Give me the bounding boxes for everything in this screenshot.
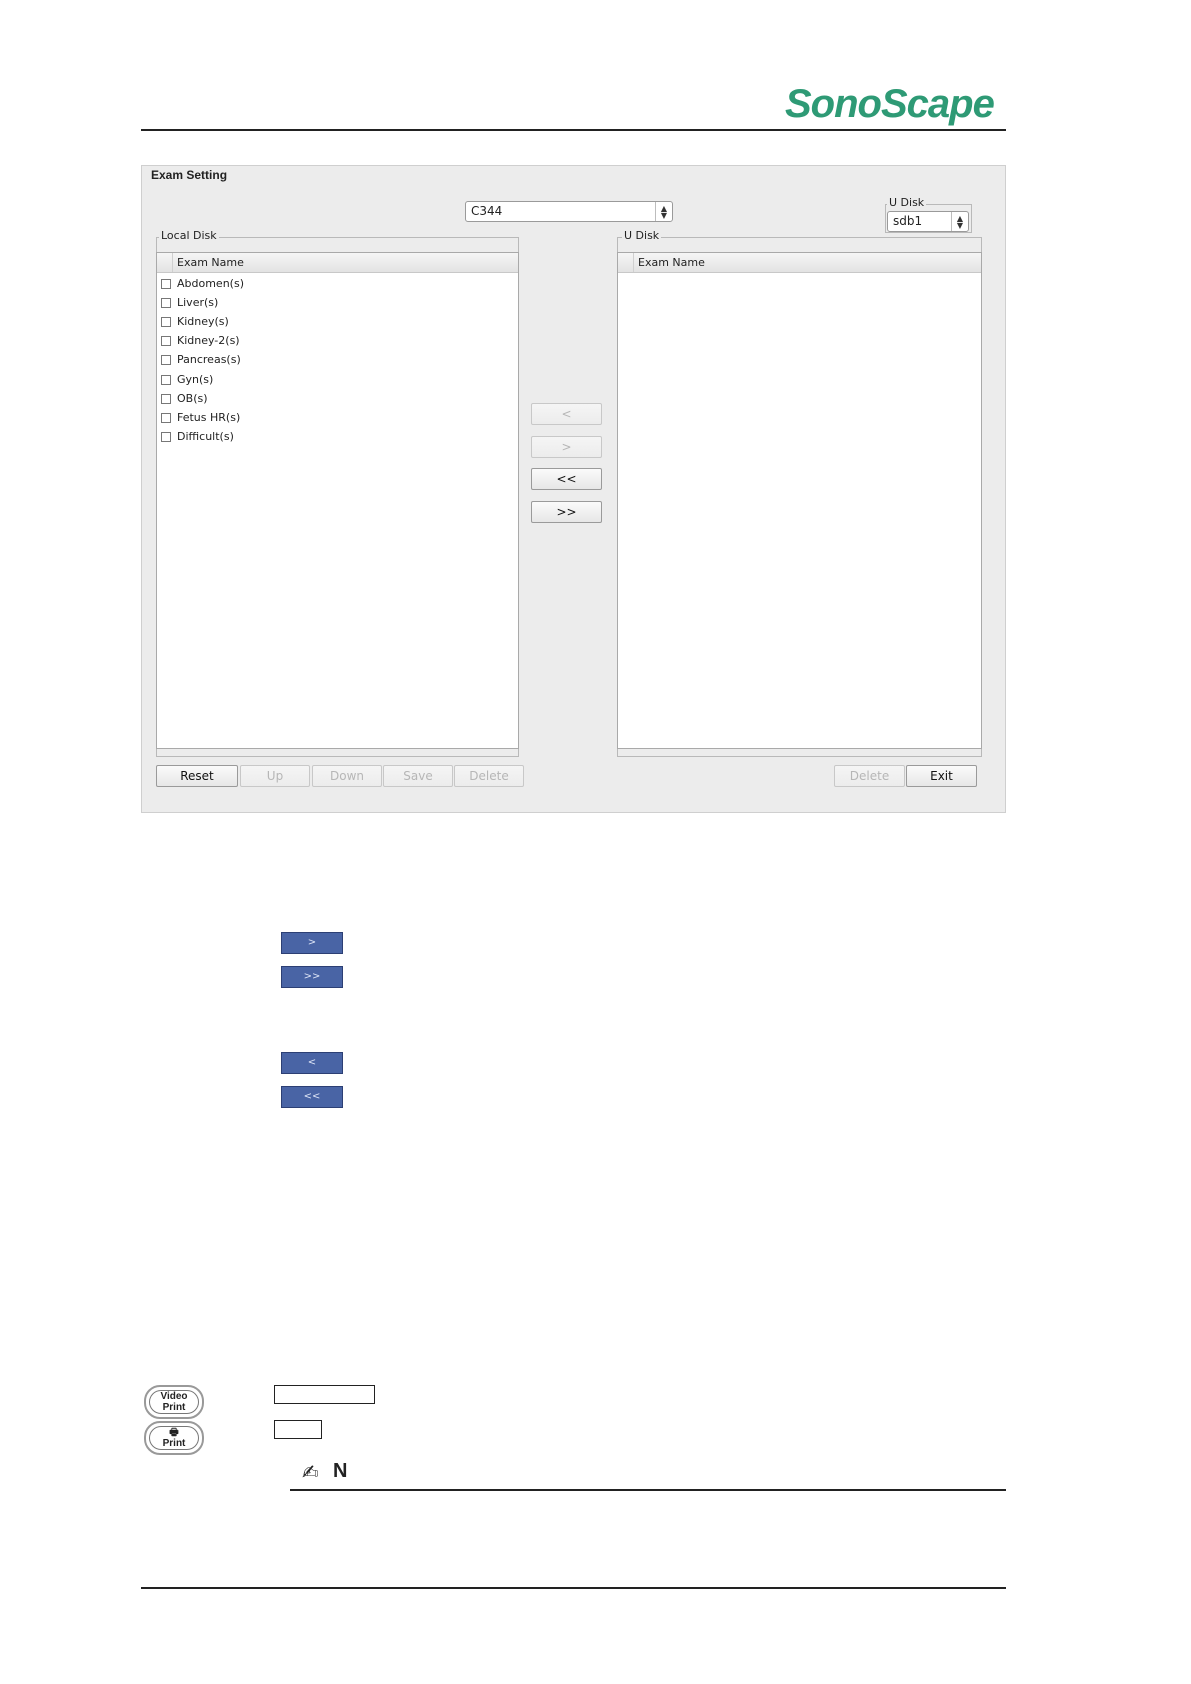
list-item[interactable]: Liver(s): [161, 293, 218, 312]
exam-name-column-label: Exam Name: [638, 256, 705, 269]
note-rule: [290, 1489, 1006, 1491]
checkbox[interactable]: [161, 412, 171, 423]
local-disk-label: Local Disk: [159, 229, 219, 242]
doc-all-right-button: >>: [281, 966, 343, 988]
move-all-right-button[interactable]: >>: [531, 501, 602, 523]
list-item[interactable]: Pancreas(s): [161, 350, 241, 369]
u-disk-label: U Disk: [622, 229, 662, 242]
list-item[interactable]: Kidney-2(s): [161, 331, 240, 350]
udisk-select-value: sdb1: [893, 214, 923, 228]
updown-arrows-icon: ▲ ▼: [655, 202, 672, 221]
reset-button[interactable]: Reset: [156, 765, 238, 787]
list-item[interactable]: Fetus HR(s): [161, 408, 240, 427]
move-right-button[interactable]: >: [531, 436, 602, 458]
key-label-box: [274, 1385, 375, 1404]
updown-arrows-icon: ▲ ▼: [951, 212, 968, 231]
udisk-select[interactable]: sdb1 ▲ ▼: [887, 211, 969, 232]
list-item-label: Gyn(s): [177, 373, 214, 386]
doc-all-left-button: <<: [281, 1086, 343, 1108]
u-disk-delete-button[interactable]: Delete: [834, 765, 905, 787]
sonoscape-logo: SonoScape: [785, 82, 995, 126]
video-print-key-icon: Video Print: [144, 1385, 204, 1419]
note-heading: N: [333, 1460, 348, 1482]
list-item[interactable]: Kidney(s): [161, 312, 229, 331]
move-all-left-button[interactable]: <<: [531, 468, 602, 490]
down-button[interactable]: Down: [312, 765, 382, 787]
probe-select[interactable]: C344 ▲ ▼: [465, 201, 673, 222]
doc-right-button: >: [281, 932, 343, 954]
checkbox[interactable]: [161, 316, 171, 327]
checkbox[interactable]: [161, 393, 171, 404]
list-item[interactable]: Gyn(s): [161, 370, 213, 389]
list-item-label: Fetus HR(s): [177, 411, 241, 424]
exit-button[interactable]: Exit: [906, 765, 977, 787]
list-item-label: Liver(s): [177, 296, 219, 309]
list-item-label: Pancreas(s): [177, 353, 241, 366]
note-pencil-icon: ✍: [302, 1460, 319, 1484]
dialog-title: Exam Setting: [151, 168, 228, 182]
list-item-label: Kidney(s): [177, 315, 229, 328]
checkbox[interactable]: [161, 374, 171, 385]
up-button[interactable]: Up: [240, 765, 310, 787]
footer-rule: [141, 1587, 1006, 1589]
key-label-box: [274, 1420, 322, 1439]
udisk-select-label: U Disk: [887, 196, 927, 209]
list-item-label: Abdomen(s): [177, 277, 244, 290]
print-key-icon: 🖶 Print: [144, 1421, 204, 1455]
doc-left-button: <: [281, 1052, 343, 1074]
list-item-label: Difficult(s): [177, 430, 234, 443]
checkbox[interactable]: [161, 431, 171, 442]
local-disk-list[interactable]: Exam Name Abdomen(s) Liver(s) Kidney(s) …: [156, 252, 519, 749]
u-disk-list[interactable]: Exam Name: [617, 252, 982, 749]
delete-button[interactable]: Delete: [454, 765, 524, 787]
probe-select-value: C344: [471, 204, 503, 218]
checkbox[interactable]: [161, 297, 171, 308]
list-item-label: OB(s): [177, 392, 208, 405]
exam-name-column-label: Exam Name: [177, 256, 244, 269]
local-disk-column-header[interactable]: Exam Name: [157, 253, 518, 273]
printer-icon: 🖶: [169, 1427, 179, 1438]
move-left-button[interactable]: <: [531, 403, 602, 425]
save-button[interactable]: Save: [383, 765, 453, 787]
checkbox[interactable]: [161, 335, 171, 346]
checkbox[interactable]: [161, 354, 171, 365]
header-rule: [141, 129, 1006, 131]
list-item[interactable]: Difficult(s): [161, 427, 234, 446]
list-item[interactable]: Abdomen(s): [161, 274, 244, 293]
u-disk-column-header[interactable]: Exam Name: [618, 253, 981, 273]
list-item[interactable]: OB(s): [161, 389, 208, 408]
list-item-label: Kidney-2(s): [177, 334, 240, 347]
checkbox[interactable]: [161, 278, 171, 289]
